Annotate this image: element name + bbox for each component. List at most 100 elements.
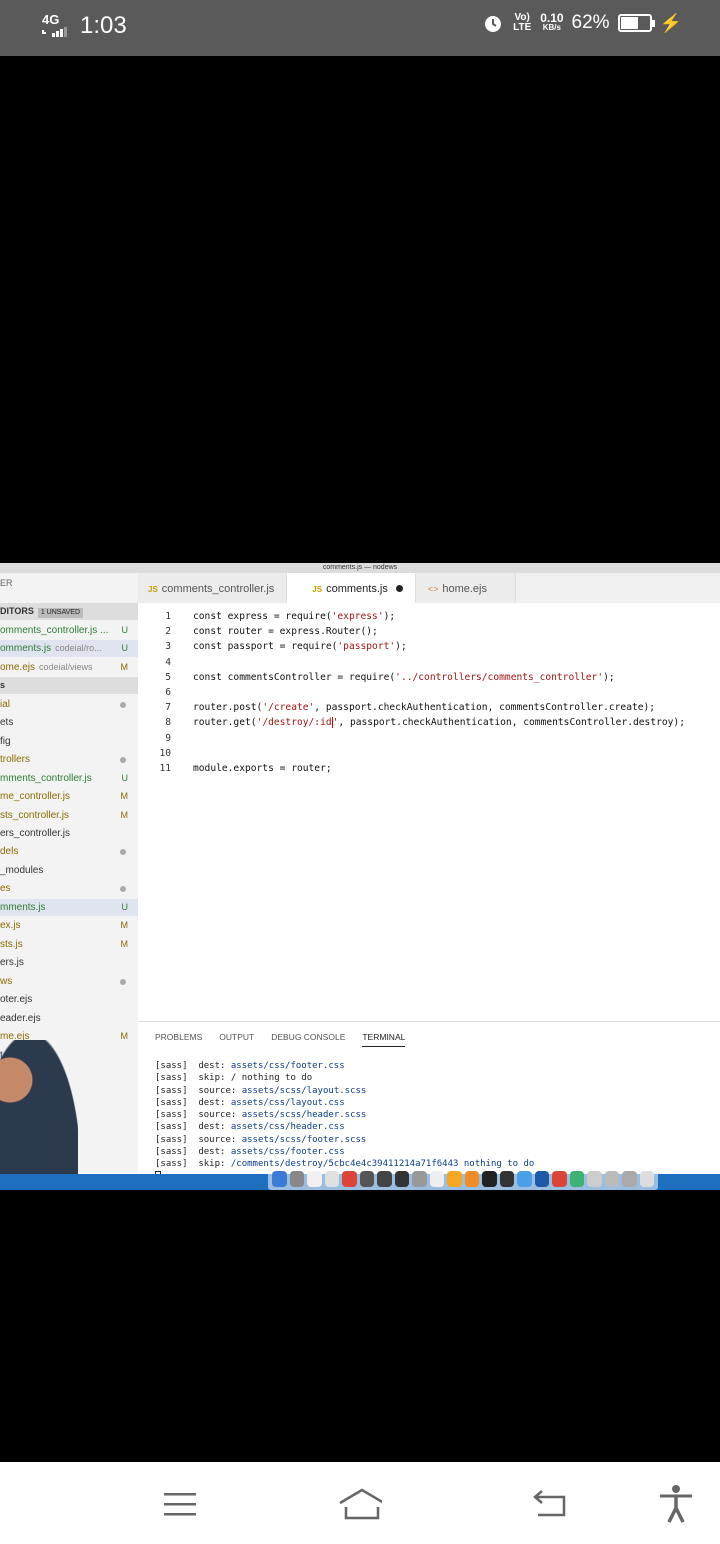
explorer-item[interactable]: omments.js codeial/ro... U bbox=[0, 640, 138, 657]
code-string: 'passport' bbox=[337, 641, 396, 653]
explorer-item-label: es bbox=[0, 883, 11, 894]
dock-app-icon[interactable] bbox=[342, 1171, 357, 1187]
dock-app-icon[interactable] bbox=[482, 1171, 497, 1187]
explorer-item[interactable]: ex.js M bbox=[0, 917, 138, 934]
explorer-item[interactable]: _modules bbox=[0, 862, 138, 879]
explorer-item-label: sts.js bbox=[0, 939, 23, 950]
explorer-item[interactable]: ws bbox=[0, 973, 138, 990]
dock-app-icon[interactable] bbox=[307, 1171, 322, 1187]
explorer-item[interactable]: mments_controller.js U bbox=[0, 770, 138, 787]
explorer-item[interactable]: sts.js M bbox=[0, 936, 138, 953]
dock-app-icon[interactable] bbox=[289, 1171, 304, 1187]
terminal-path: assets/css/header.css bbox=[230, 1122, 345, 1133]
tab-comments-js[interactable]: JS comments.js bbox=[287, 573, 416, 603]
code-line: 6 bbox=[138, 685, 720, 700]
explorer-item[interactable]: ets bbox=[0, 714, 138, 731]
dock-app-icon[interactable] bbox=[272, 1171, 287, 1187]
terminal-prefix: [sass] source: bbox=[155, 1085, 242, 1096]
dock-app-icon[interactable] bbox=[429, 1171, 444, 1187]
explorer-item-label: ws bbox=[0, 976, 13, 987]
accessibility-button[interactable] bbox=[654, 1482, 698, 1526]
explorer-item-label: oter.ejs bbox=[0, 994, 33, 1005]
dock-app-icon[interactable] bbox=[517, 1171, 532, 1187]
dock-app-icon[interactable] bbox=[499, 1171, 514, 1187]
modified-dot-icon bbox=[120, 757, 126, 763]
terminal-line: [sass] source: assets/scss/footer.scss bbox=[155, 1134, 534, 1146]
explorer-item-label: _modules bbox=[0, 865, 44, 876]
dock-app-icon[interactable] bbox=[464, 1171, 479, 1187]
dock-app-icon[interactable] bbox=[394, 1171, 409, 1187]
explorer-item-label: me_controller.js bbox=[0, 791, 71, 802]
explorer-item[interactable]: trollers bbox=[0, 751, 138, 768]
code-text: , passport.checkAuthentication, comments… bbox=[338, 717, 685, 729]
code-editor[interactable]: 1 const express = require('express'); 2 co… bbox=[138, 609, 720, 776]
editor-area: JS comments_controller.js JS comments.js <… bbox=[138, 573, 720, 1182]
dock-app-icon[interactable] bbox=[604, 1171, 619, 1187]
explorer-item[interactable]: ial bbox=[0, 696, 138, 713]
terminal-prefix: [sass] source: bbox=[155, 1134, 242, 1145]
explorer-item[interactable]: ers_controller.js bbox=[0, 825, 138, 842]
terminal-line: [sass] dest: assets/css/footer.css bbox=[155, 1060, 534, 1072]
explorer-item[interactable]: me_controller.js M bbox=[0, 788, 138, 805]
git-status-badge: M bbox=[120, 662, 129, 672]
tab-problems[interactable]: PROBLEMS bbox=[155, 1032, 202, 1047]
unsaved-dot-icon[interactable] bbox=[395, 585, 403, 592]
explorer-item[interactable]: sts_controller.js M bbox=[0, 807, 138, 824]
tab-output[interactable]: OUTPUT bbox=[219, 1032, 254, 1047]
explorer-item[interactable]: omments_controller.js ... U bbox=[0, 622, 138, 639]
home-button[interactable] bbox=[338, 1482, 382, 1526]
explorer-item-label: ome.ejs bbox=[0, 662, 36, 673]
code-string: '/create' bbox=[262, 702, 315, 714]
terminal-path: assets/css/footer.css bbox=[230, 1147, 345, 1158]
accessibility-icon bbox=[660, 1485, 692, 1523]
dock-app-icon[interactable] bbox=[569, 1171, 584, 1187]
modified-dot-icon bbox=[120, 702, 126, 708]
explorer-item[interactable]: fig bbox=[0, 733, 138, 750]
dock-app-icon[interactable] bbox=[552, 1171, 567, 1187]
dock-app-icon[interactable] bbox=[622, 1171, 637, 1187]
menu-icon bbox=[164, 1493, 196, 1516]
git-status-badge: U bbox=[121, 643, 129, 653]
dock-app-icon[interactable] bbox=[377, 1171, 392, 1187]
terminal-output[interactable]: [sass] dest: assets/css/footer.css [sass]… bbox=[155, 1060, 534, 1183]
dock-app-icon[interactable] bbox=[412, 1171, 427, 1187]
explorer-item[interactable]: ers.js bbox=[0, 954, 138, 971]
dock-app-icon[interactable] bbox=[587, 1171, 602, 1187]
terminal-path: assets/css/footer.css bbox=[230, 1061, 345, 1071]
dock-app-icon[interactable] bbox=[534, 1171, 549, 1187]
back-button[interactable] bbox=[528, 1482, 572, 1526]
git-status-badge: M bbox=[120, 791, 129, 801]
tab-comments-controller[interactable]: JS comments_controller.js bbox=[138, 573, 288, 603]
terminal-line: [sass] source: assets/scss/layout.scss bbox=[155, 1085, 534, 1097]
dock-app-icon[interactable] bbox=[447, 1171, 462, 1187]
terminal-prefix: [sass] dest: bbox=[155, 1061, 231, 1071]
terminal-prefix: [sass] dest: bbox=[155, 1122, 231, 1133]
menu-button[interactable] bbox=[158, 1482, 202, 1526]
tab-debug-console[interactable]: DEBUG CONSOLE bbox=[271, 1032, 345, 1047]
explorer-item[interactable]: eader.ejs bbox=[0, 1010, 138, 1027]
dock-app-icon[interactable] bbox=[324, 1171, 339, 1187]
git-status-badge: M bbox=[120, 1031, 129, 1041]
ejs-file-icon: <> bbox=[427, 584, 439, 594]
tab-home-ejs[interactable]: <> home.ejs bbox=[415, 573, 516, 603]
tab-terminal[interactable]: TERMINAL bbox=[362, 1032, 406, 1047]
terminal-line: [sass] dest: assets/css/header.css bbox=[155, 1121, 534, 1133]
network-speed: 0.10 KB/s bbox=[540, 12, 563, 33]
explorer-item[interactable]: ome.ejs codeial/views M bbox=[0, 659, 138, 676]
explorer-item[interactable]: s bbox=[0, 677, 138, 694]
video-frame[interactable]: comments.js — nodews ER DITORS 1 UNSAVED … bbox=[0, 563, 720, 1190]
code-text: , passport.checkAuthentication, comments… bbox=[314, 702, 656, 714]
explorer-item[interactable]: es bbox=[0, 880, 138, 897]
explorer-item[interactable]: oter.ejs bbox=[0, 991, 138, 1008]
unsaved-badge: 1 UNSAVED bbox=[37, 608, 84, 618]
terminal-prefix: [sass] dest: bbox=[155, 1147, 231, 1158]
dock-app-icon[interactable] bbox=[639, 1171, 654, 1187]
modified-dot-icon bbox=[120, 849, 126, 855]
open-editors-section[interactable]: DITORS 1 UNSAVED bbox=[0, 603, 138, 620]
explorer-item[interactable]: mments.js U bbox=[0, 899, 138, 916]
charging-icon: ⚡ bbox=[659, 12, 682, 33]
explorer-item[interactable]: dels bbox=[0, 843, 138, 860]
code-line: 4 bbox=[138, 655, 720, 670]
code-text: const express = require( bbox=[193, 611, 332, 622]
dock-app-icon[interactable] bbox=[359, 1171, 374, 1187]
